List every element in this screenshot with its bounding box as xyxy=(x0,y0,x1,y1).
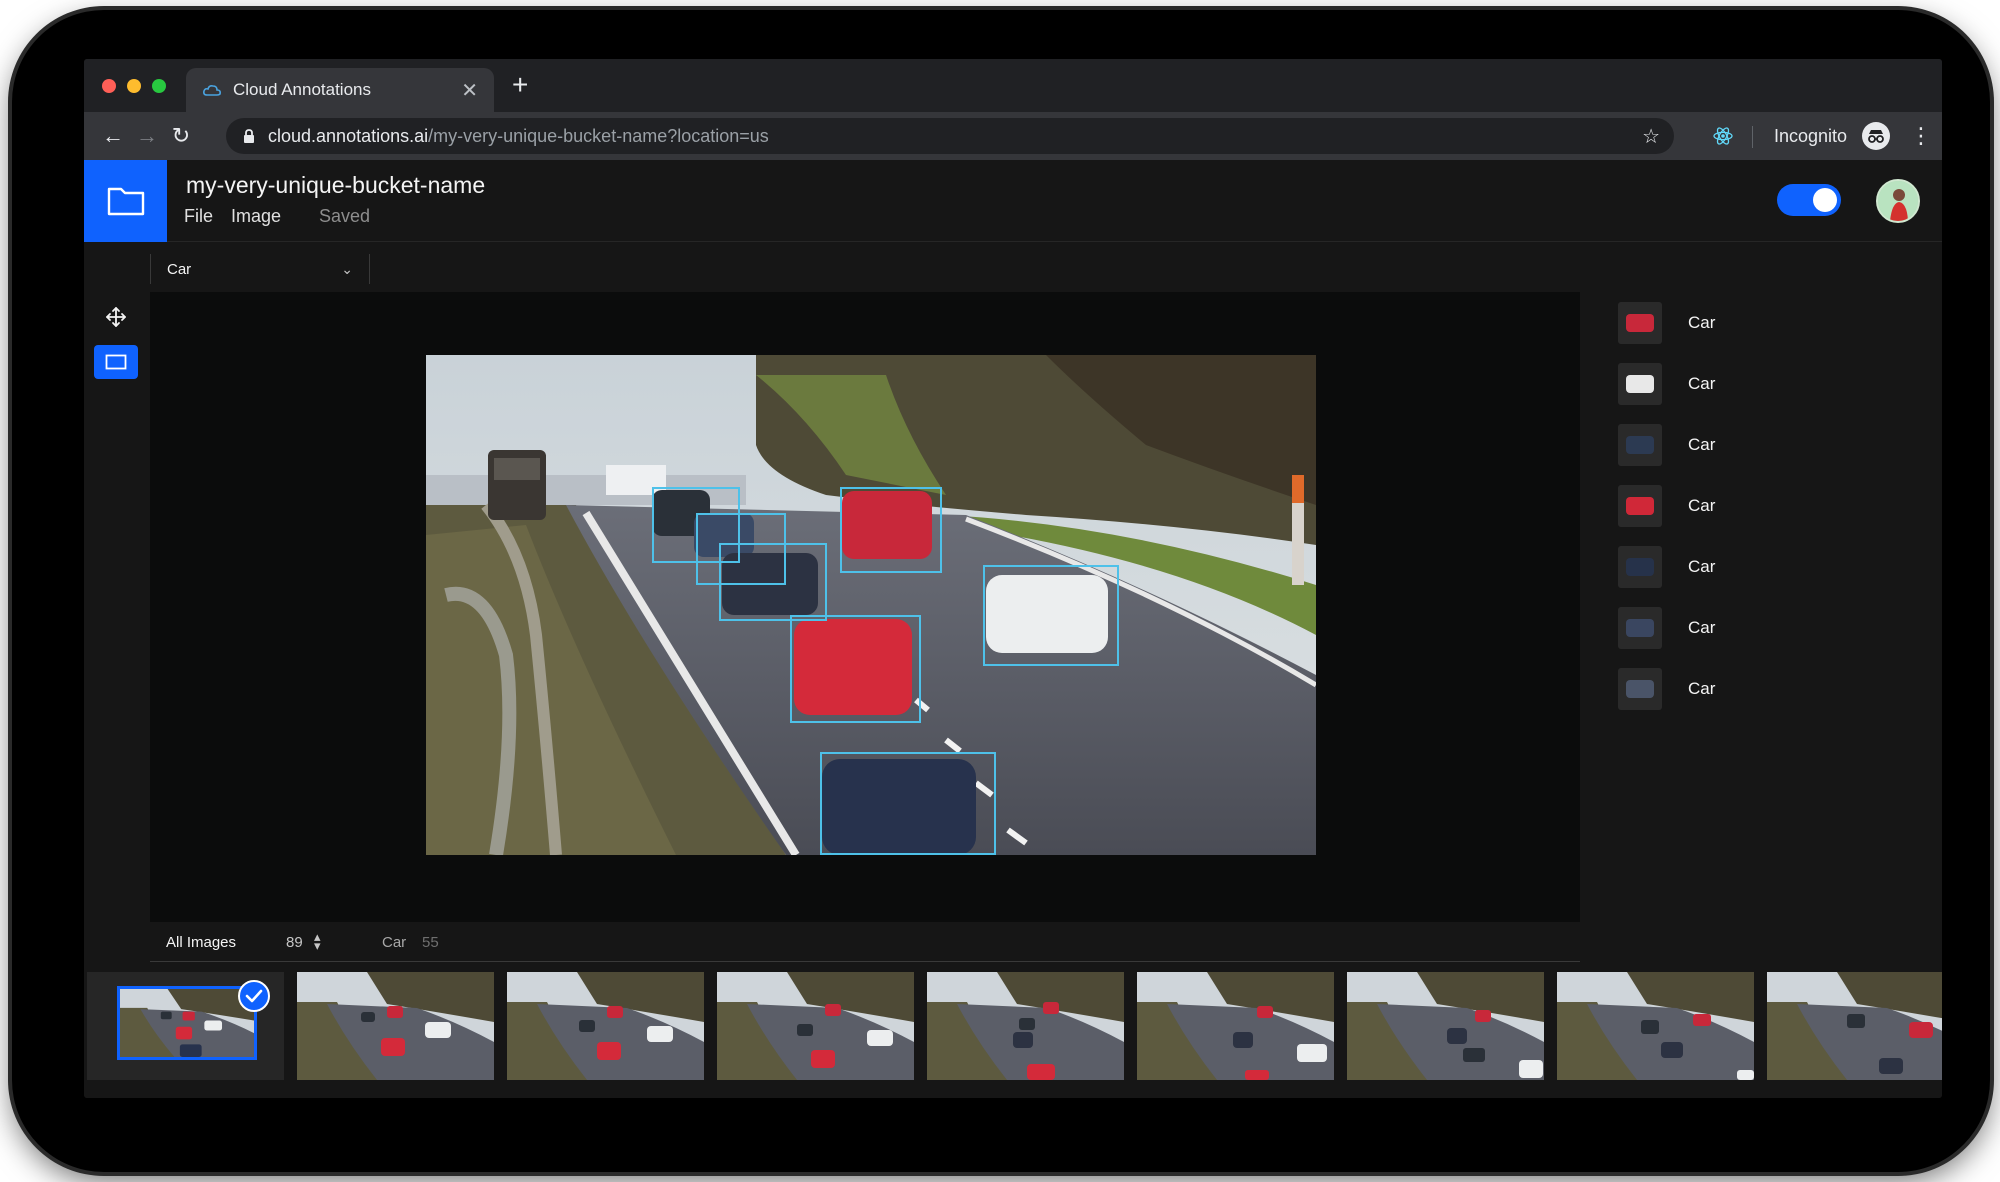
window-close-button[interactable] xyxy=(102,79,116,93)
annotation-canvas[interactable] xyxy=(150,292,1580,922)
label-filter-count: 55 xyxy=(422,934,439,951)
annotation-item[interactable]: Car xyxy=(1618,363,1715,405)
browser-tab[interactable]: Cloud Annotations ✕ xyxy=(186,68,494,112)
image-thumbnail[interactable] xyxy=(1137,972,1334,1080)
cloud-favicon-icon xyxy=(202,83,222,97)
url-host: cloud.annotations.ai xyxy=(268,125,429,146)
browser-menu-icon[interactable]: ⋮ xyxy=(1910,123,1932,149)
folder-button[interactable] xyxy=(84,160,167,242)
chevron-down-icon: ⌄ xyxy=(341,260,353,277)
url-path: /my-very-unique-bucket-name?location=us xyxy=(428,125,769,146)
image-thumbnail[interactable] xyxy=(927,972,1124,1080)
thumbnail-strip xyxy=(84,962,1942,1098)
image-thumbnail[interactable] xyxy=(717,972,914,1080)
selected-check-icon xyxy=(238,980,270,1012)
all-images-filter[interactable]: All Images xyxy=(166,934,236,951)
move-tool-button[interactable] xyxy=(94,300,138,334)
bounding-box-icon xyxy=(105,354,127,370)
bounding-box[interactable] xyxy=(820,752,996,855)
bookmark-star-icon[interactable]: ☆ xyxy=(1642,124,1660,149)
tool-rail xyxy=(84,292,150,922)
annotation-thumbnail xyxy=(1618,607,1662,649)
browser-window: Cloud Annotations ✕ + ← → ↻ cloud.annota… xyxy=(84,59,1942,1098)
incognito-label: Incognito xyxy=(1774,126,1848,146)
annotation-item[interactable]: Car xyxy=(1618,607,1715,649)
label-select-value: Car xyxy=(167,260,192,278)
window-maximize-button[interactable] xyxy=(152,79,166,93)
sort-caret-icon[interactable]: ▴ ▾ xyxy=(314,930,321,952)
incognito-icon[interactable] xyxy=(1862,122,1890,150)
annotation-item[interactable]: Car xyxy=(1618,546,1715,588)
browser-toolbar: ← → ↻ cloud.annotations.ai /my-very-uniq… xyxy=(84,112,1942,160)
menu-file[interactable]: File xyxy=(184,206,213,227)
annotation-list: Car Car Car Car Car Car Car xyxy=(1580,292,1942,922)
annotation-label: Car xyxy=(1688,618,1716,637)
bounding-box[interactable] xyxy=(840,487,942,573)
label-filter[interactable]: Car xyxy=(382,934,406,951)
annotation-label: Car xyxy=(1688,313,1716,332)
lock-icon xyxy=(242,128,256,144)
save-status: Saved xyxy=(319,206,371,226)
forward-arrow-icon[interactable]: → xyxy=(134,124,160,150)
annotated-image[interactable] xyxy=(426,355,1316,855)
bounding-box[interactable] xyxy=(719,543,827,621)
annotation-item[interactable]: Car xyxy=(1618,485,1715,527)
browser-tab-bar: Cloud Annotations ✕ + xyxy=(84,59,1942,112)
image-thumbnail-selected[interactable] xyxy=(87,972,284,1080)
back-arrow-icon[interactable]: ← xyxy=(100,124,126,150)
menu-image[interactable]: Image xyxy=(231,206,281,227)
tab-title: Cloud Annotations xyxy=(233,80,371,99)
annotation-label: Car xyxy=(1688,496,1716,515)
mode-toggle[interactable] xyxy=(1777,184,1841,216)
toggle-knob xyxy=(1813,188,1837,212)
annotation-thumbnail xyxy=(1618,485,1662,527)
bucket-title: my-very-unique-bucket-name xyxy=(186,172,486,198)
reload-icon[interactable]: ↻ xyxy=(168,124,194,150)
annotation-label: Car xyxy=(1688,374,1716,393)
image-thumbnail[interactable] xyxy=(297,972,494,1080)
user-avatar[interactable] xyxy=(1876,179,1920,223)
annotation-item[interactable]: Car xyxy=(1618,424,1715,466)
annotation-thumbnail xyxy=(1618,546,1662,588)
annotation-thumbnail xyxy=(1618,302,1662,344)
image-thumbnail[interactable] xyxy=(1767,972,1942,1080)
react-devtools-extension-icon[interactable] xyxy=(1712,125,1734,147)
annotation-thumbnail xyxy=(1618,424,1662,466)
image-thumbnail[interactable] xyxy=(1557,972,1754,1080)
thumbnail-frame xyxy=(117,986,257,1060)
bounding-box[interactable] xyxy=(790,615,921,723)
app-header: my-very-unique-bucket-name File Image Sa… xyxy=(84,160,1942,242)
move-arrows-icon xyxy=(106,307,126,327)
tab-close-icon[interactable]: ✕ xyxy=(461,78,478,103)
label-bar: Car ⌄ xyxy=(84,242,1942,292)
toolbar-divider xyxy=(1752,126,1753,148)
new-tab-button[interactable]: + xyxy=(512,71,528,99)
annotation-label: Car xyxy=(1688,679,1716,698)
device-frame: Cloud Annotations ✕ + ← → ↻ cloud.annota… xyxy=(12,10,1990,1172)
all-images-count: 89 xyxy=(286,934,303,951)
image-thumbnail[interactable] xyxy=(1347,972,1544,1080)
image-thumbnail[interactable] xyxy=(507,972,704,1080)
bounding-box[interactable] xyxy=(983,565,1119,666)
window-minimize-button[interactable] xyxy=(127,79,141,93)
label-select[interactable]: Car ⌄ xyxy=(150,254,370,284)
address-bar[interactable]: cloud.annotations.ai /my-very-unique-buc… xyxy=(226,118,1674,154)
folder-icon xyxy=(107,187,144,216)
annotation-label: Car xyxy=(1688,435,1716,454)
image-filter-bar: All Images 89 ▴ ▾ Car 55 xyxy=(150,922,1580,962)
annotation-item[interactable]: Car xyxy=(1618,668,1715,710)
annotation-thumbnail xyxy=(1618,363,1662,405)
annotation-label: Car xyxy=(1688,557,1716,576)
annotation-item[interactable]: Car xyxy=(1618,302,1715,344)
box-tool-button[interactable] xyxy=(94,345,138,379)
annotation-thumbnail xyxy=(1618,668,1662,710)
